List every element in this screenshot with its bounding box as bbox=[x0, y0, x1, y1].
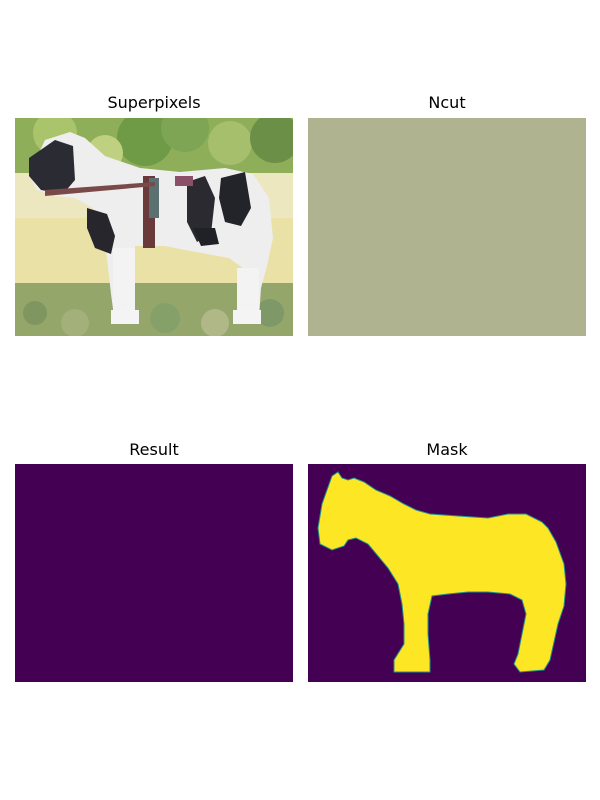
superpixels-title: Superpixels bbox=[107, 93, 201, 112]
result-image bbox=[15, 464, 293, 682]
mask-title: Mask bbox=[426, 440, 468, 459]
superpixels-image bbox=[15, 118, 293, 336]
mask-image bbox=[308, 464, 586, 682]
ncut-image bbox=[308, 118, 586, 336]
result-title: Result bbox=[129, 440, 179, 459]
ncut-title: Ncut bbox=[428, 93, 466, 112]
